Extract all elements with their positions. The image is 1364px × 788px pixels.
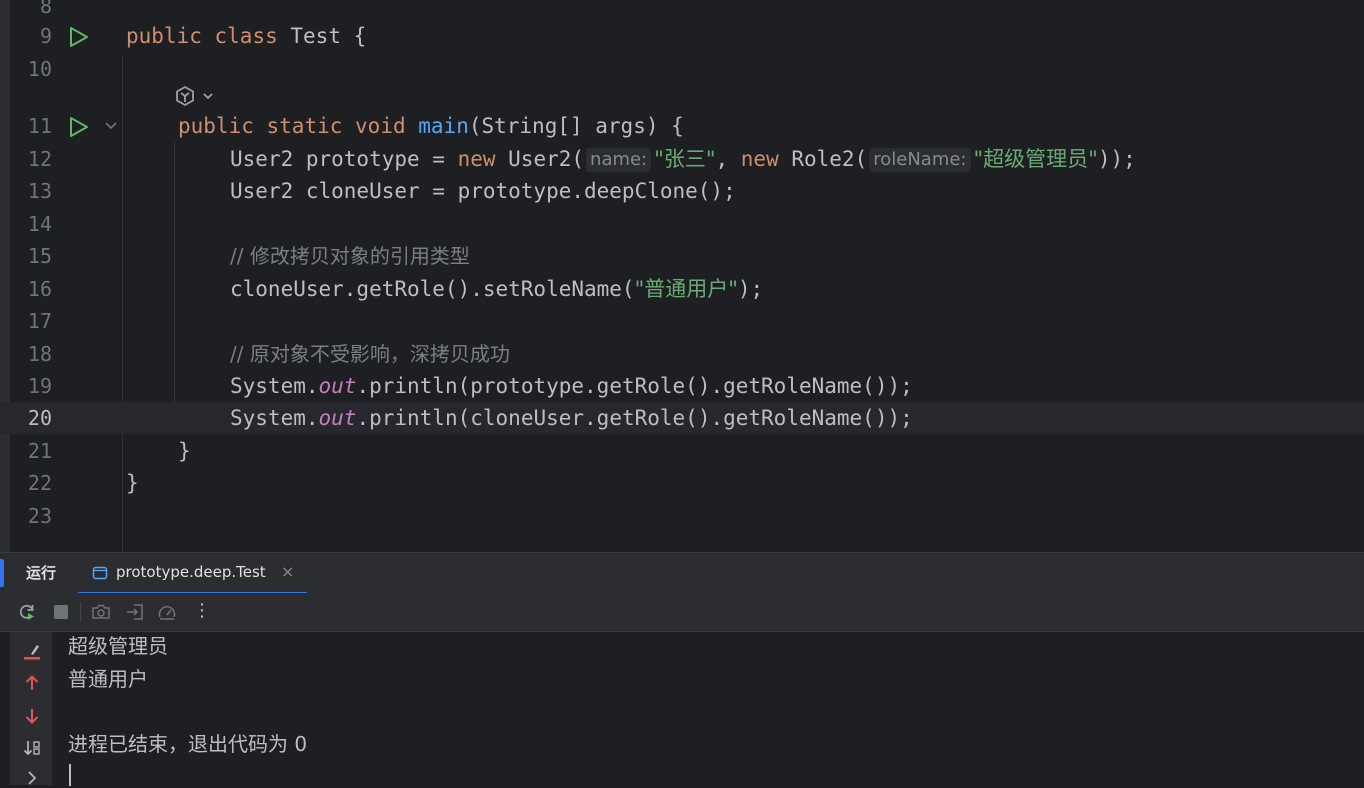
code-line-17: 17 — [0, 305, 1364, 337]
code-text: } — [126, 471, 139, 495]
chevron-right-icon[interactable] — [22, 768, 42, 788]
console-side-toolbar — [10, 632, 52, 785]
run-triangle-icon[interactable] — [68, 117, 90, 137]
line-number: 12 — [27, 147, 52, 171]
tab-label: prototype.deep.Test — [116, 563, 266, 581]
line-number: 11 — [27, 114, 52, 138]
console-output-line: 超级管理员 — [68, 634, 168, 658]
line-number: 20 — [27, 406, 52, 430]
line-number: 13 — [27, 179, 52, 203]
console-window-icon — [92, 566, 108, 580]
line-number: 10 — [27, 57, 52, 81]
run-tab-bar: 运行 prototype.deep.Test × — [0, 552, 1364, 595]
code-text: User2 cloneUser = prototype.deepClone(); — [230, 179, 736, 203]
line-number: 19 — [27, 374, 52, 398]
line-number: 18 — [27, 342, 52, 366]
line-number: 21 — [27, 439, 52, 463]
code-line-11: 11 public static void main(String[] args… — [0, 110, 1364, 142]
line-number: 8 — [39, 0, 52, 18]
code-comment: // 修改拷贝对象的引用类型 — [230, 244, 470, 268]
run-triangle-icon[interactable] — [68, 27, 90, 47]
text-cursor — [69, 764, 71, 786]
arrow-down-icon[interactable] — [22, 706, 42, 726]
line-number: 22 — [27, 471, 52, 495]
line-number: 14 — [27, 212, 52, 236]
chevron-down-icon[interactable] — [104, 120, 118, 132]
arrow-up-icon[interactable] — [22, 673, 42, 693]
camera-icon[interactable] — [91, 602, 111, 622]
code-line-18: 18 // 原对象不受影响，深拷贝成功 — [0, 338, 1364, 370]
restore-layout-icon[interactable] — [125, 602, 145, 622]
line-number: 17 — [27, 309, 52, 333]
code-line-16: 16 cloneUser.getRole().setRoleName("普通用户… — [0, 273, 1364, 305]
console-output[interactable]: 超级管理员 普通用户 进程已结束，退出代码为 0 — [0, 632, 1364, 786]
code-line-8: 8 — [0, 0, 1364, 22]
console-output-line: 普通用户 — [68, 667, 148, 691]
console-output-line: 进程已结束，退出代码为 0 — [68, 732, 308, 756]
more-options-icon[interactable]: ⋮ — [193, 600, 211, 621]
line-number: 9 — [39, 24, 52, 48]
run-tool-window: 运行 prototype.deep.Test × ⋮ 超级管理员 普通用户 进程… — [0, 552, 1364, 786]
line-number: 23 — [27, 504, 52, 528]
tool-window-indicator — [0, 559, 4, 587]
code-line-10: 10 — [0, 53, 1364, 85]
code-text: } — [178, 439, 191, 463]
code-line-12: 12 User2 prototype = new User2(name: "张三"… — [0, 143, 1364, 175]
code-line-13: 13 User2 cloneUser = prototype.deepClone… — [0, 175, 1364, 207]
code-text: public class Test { — [126, 24, 367, 48]
code-line-23: 23 — [0, 500, 1364, 532]
code-line-21: 21 } — [0, 435, 1364, 467]
run-toolbar: ⋮ — [0, 593, 1364, 632]
code-text: public static void main(String[] args) { — [178, 114, 684, 138]
code-line-15: 15 // 修改拷贝对象的引用类型 — [0, 240, 1364, 272]
code-line-14: 14 — [0, 208, 1364, 240]
code-text: System.out.println(prototype.getRole().g… — [230, 374, 913, 398]
rerun-icon[interactable] — [17, 602, 37, 622]
code-text: System.out.println(cloneUser.getRole().g… — [230, 406, 913, 430]
line-number: 16 — [27, 277, 52, 301]
close-icon[interactable]: × — [281, 562, 294, 581]
tab-run-configuration[interactable]: prototype.deep.Test × — [78, 553, 307, 595]
ai-assistant-icon[interactable] — [173, 84, 219, 108]
code-line-20: 20 System.out.println(cloneUser.getRole(… — [0, 402, 1364, 434]
line-number: 15 — [27, 244, 52, 268]
parameter-hint: roleName: — [869, 148, 971, 172]
clear-output-icon[interactable] — [22, 641, 42, 661]
toolbar-separator — [80, 602, 81, 622]
code-line-9: 9 public class Test { — [0, 20, 1364, 52]
stop-icon[interactable] — [51, 602, 71, 622]
sort-icon[interactable] — [22, 738, 42, 758]
code-line-22: 22 } — [0, 467, 1364, 499]
run-window-title: 运行 — [26, 564, 57, 582]
code-text: User2 prototype = new User2(name: "张三", n… — [230, 147, 1136, 172]
code-editor[interactable]: 8 9 public class Test { 10 11 public sta… — [0, 0, 1364, 552]
code-line-19: 19 System.out.println(prototype.getRole(… — [0, 370, 1364, 402]
parameter-hint: name: — [586, 148, 652, 172]
code-text: cloneUser.getRole().setRoleName("普通用户"); — [230, 277, 764, 301]
speedometer-icon[interactable] — [157, 602, 177, 622]
code-comment: // 原对象不受影响，深拷贝成功 — [230, 342, 510, 366]
